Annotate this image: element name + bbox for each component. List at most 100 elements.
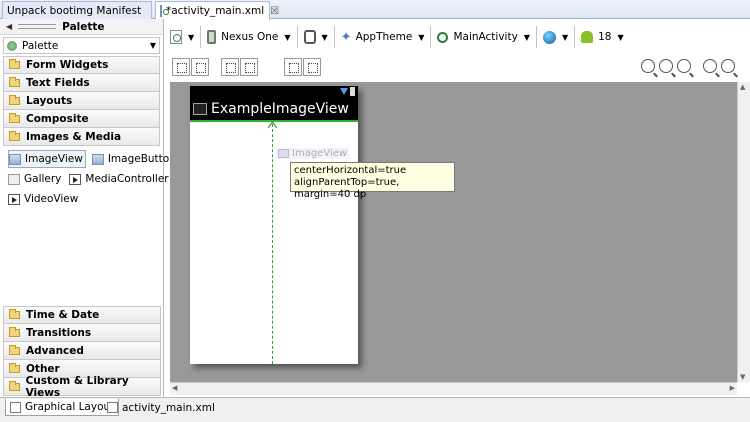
- imageview-icon: [278, 149, 289, 158]
- zoom-out-icon[interactable]: [703, 59, 717, 73]
- videoview-icon: [8, 193, 20, 205]
- category-label: Custom & Library Views: [25, 374, 129, 399]
- item-label: ImageView: [25, 153, 83, 165]
- editor-tab-strip: Unpack bootimg Manifest *activity_main.x…: [0, 0, 750, 20]
- device-dropdown[interactable]: Nexus One ▼: [203, 26, 294, 48]
- chevron-down-icon: ▼: [284, 32, 291, 42]
- orientation-dropdown[interactable]: ▼: [300, 26, 332, 48]
- vertical-scrollbar[interactable]: ▲ ▼: [737, 82, 750, 382]
- horizontal-scrollbar[interactable]: ◀ ▶: [170, 382, 737, 395]
- category-label: Composite: [26, 112, 89, 125]
- theme-label: AppTheme: [355, 31, 413, 43]
- imageview-icon: [9, 153, 21, 165]
- zoom-100-icon[interactable]: [677, 59, 691, 73]
- palette-header: ◀ Palette: [0, 19, 163, 35]
- category-form-widgets[interactable]: Form Widgets: [3, 56, 160, 74]
- toggle-fill-width-button[interactable]: [172, 58, 190, 76]
- folder-icon: [9, 326, 20, 337]
- folder-icon: [9, 94, 20, 105]
- folder-icon: [9, 112, 20, 123]
- item-label: ImageButton: [107, 153, 176, 165]
- tab-activity-main-xml-source[interactable]: activity_main.xml: [103, 399, 219, 416]
- close-tab-icon[interactable]: ☒: [270, 6, 279, 17]
- tab-label: Unpack bootimg Manifest: [7, 4, 142, 17]
- tooltip-line: centerHorizontal=true: [294, 165, 407, 176]
- app-icon: [193, 103, 207, 115]
- placement-tooltip: centerHorizontal=true alignParentTop=tru…: [290, 162, 455, 200]
- xml-file-icon: [107, 402, 118, 413]
- category-text-fields[interactable]: Text Fields: [3, 74, 160, 92]
- category-label: Layouts: [26, 94, 73, 107]
- folder-icon: [9, 76, 20, 87]
- scroll-left-icon[interactable]: ◀: [172, 384, 177, 392]
- show-layout-bounds-button[interactable]: [221, 58, 239, 76]
- scroll-up-icon[interactable]: ▲: [740, 83, 745, 91]
- editor-mode-tabs: Graphical Layout activity_main.xml: [0, 397, 750, 422]
- palette-panel: ◀ Palette Palette ▼ Form Widgets Text Fi…: [0, 19, 176, 399]
- item-label: MediaController: [85, 173, 169, 185]
- item-label: Gallery: [24, 173, 62, 185]
- dragged-imageview-ghost[interactable]: ImageView: [276, 148, 350, 159]
- config-file-dropdown[interactable]: ▼: [166, 26, 198, 48]
- category-time-date[interactable]: Time & Date: [3, 306, 161, 324]
- activity-dropdown[interactable]: MainActivity ▼: [433, 26, 534, 48]
- category-advanced[interactable]: Advanced: [3, 342, 161, 360]
- palette-item-imageview[interactable]: ImageView: [8, 150, 86, 168]
- category-composite[interactable]: Composite: [3, 110, 160, 128]
- scroll-down-icon[interactable]: ▼: [740, 373, 745, 381]
- app-title: ExampleImageView: [211, 101, 349, 117]
- tab-unpack-bootimg-manifest[interactable]: Unpack bootimg Manifest: [2, 1, 152, 19]
- device-preview[interactable]: ExampleImageView ImageView: [190, 86, 358, 364]
- palette-item-videoview[interactable]: VideoView: [8, 190, 78, 208]
- mediacontroller-icon: [69, 173, 82, 185]
- images-media-items: ImageView ImageButton Gallery MediaContr…: [0, 146, 176, 210]
- palette-item-imagebutton[interactable]: ImageButton: [91, 150, 176, 168]
- clear-constraints-button[interactable]: [303, 58, 321, 76]
- toggle-fill-height-button[interactable]: [191, 58, 209, 76]
- chevron-down-icon: ▼: [418, 32, 425, 42]
- chevron-down-icon: ▼: [523, 32, 530, 42]
- category-images-media[interactable]: Images & Media: [3, 128, 160, 146]
- zoom-in-icon[interactable]: [721, 59, 735, 73]
- category-layouts[interactable]: Layouts: [3, 92, 160, 110]
- api-level-dropdown[interactable]: 18 ▼: [577, 26, 628, 48]
- chevron-down-icon: ▼: [149, 41, 156, 50]
- palette-item-mediacontroller[interactable]: MediaController: [69, 170, 169, 188]
- battery-icon: [350, 87, 355, 96]
- category-custom-library-views[interactable]: Custom & Library Views: [3, 374, 161, 399]
- palette-mode-dropdown[interactable]: Palette ▼: [3, 37, 160, 54]
- separator: [200, 26, 202, 48]
- baseline-button[interactable]: [284, 58, 302, 76]
- palette-icon: [7, 40, 17, 51]
- imagebutton-icon: [91, 153, 104, 165]
- category-label: Advanced: [26, 344, 84, 357]
- drag-grip-icon[interactable]: [18, 24, 57, 29]
- android-icon: [581, 31, 594, 43]
- collapse-arrow-icon[interactable]: ◀: [6, 22, 12, 31]
- tab-activity-main-xml[interactable]: *activity_main.xml ☒: [155, 1, 279, 20]
- phone-icon: [207, 30, 217, 44]
- scroll-right-icon[interactable]: ▶: [730, 384, 735, 392]
- folder-icon: [9, 309, 20, 319]
- palette-title: Palette: [62, 20, 105, 33]
- separator: [333, 26, 335, 48]
- zoom-to-fit-icon[interactable]: [641, 59, 655, 73]
- theme-dropdown[interactable]: ✦ AppTheme ▼: [337, 26, 429, 48]
- zoom-real-size-icon[interactable]: [659, 59, 673, 73]
- separator: [296, 26, 298, 48]
- api-level-label: 18: [598, 31, 612, 43]
- item-label: VideoView: [24, 193, 79, 205]
- margins-button[interactable]: [240, 58, 258, 76]
- category-label: Other: [26, 362, 60, 375]
- device-action-bar: ExampleImageView: [190, 98, 358, 122]
- layout-actions-toolbar: [166, 56, 750, 78]
- locale-dropdown[interactable]: ▼: [539, 26, 572, 48]
- palette-item-gallery[interactable]: Gallery: [8, 170, 61, 188]
- ghost-label: ImageView: [292, 148, 348, 159]
- globe-icon: [542, 30, 556, 44]
- tooltip-line: alignParentTop=true, margin=40 dp: [294, 177, 400, 200]
- folder-open-icon: [9, 130, 20, 141]
- activity-icon: [437, 31, 449, 43]
- category-transitions[interactable]: Transitions: [3, 324, 161, 342]
- signal-icon: [340, 88, 348, 95]
